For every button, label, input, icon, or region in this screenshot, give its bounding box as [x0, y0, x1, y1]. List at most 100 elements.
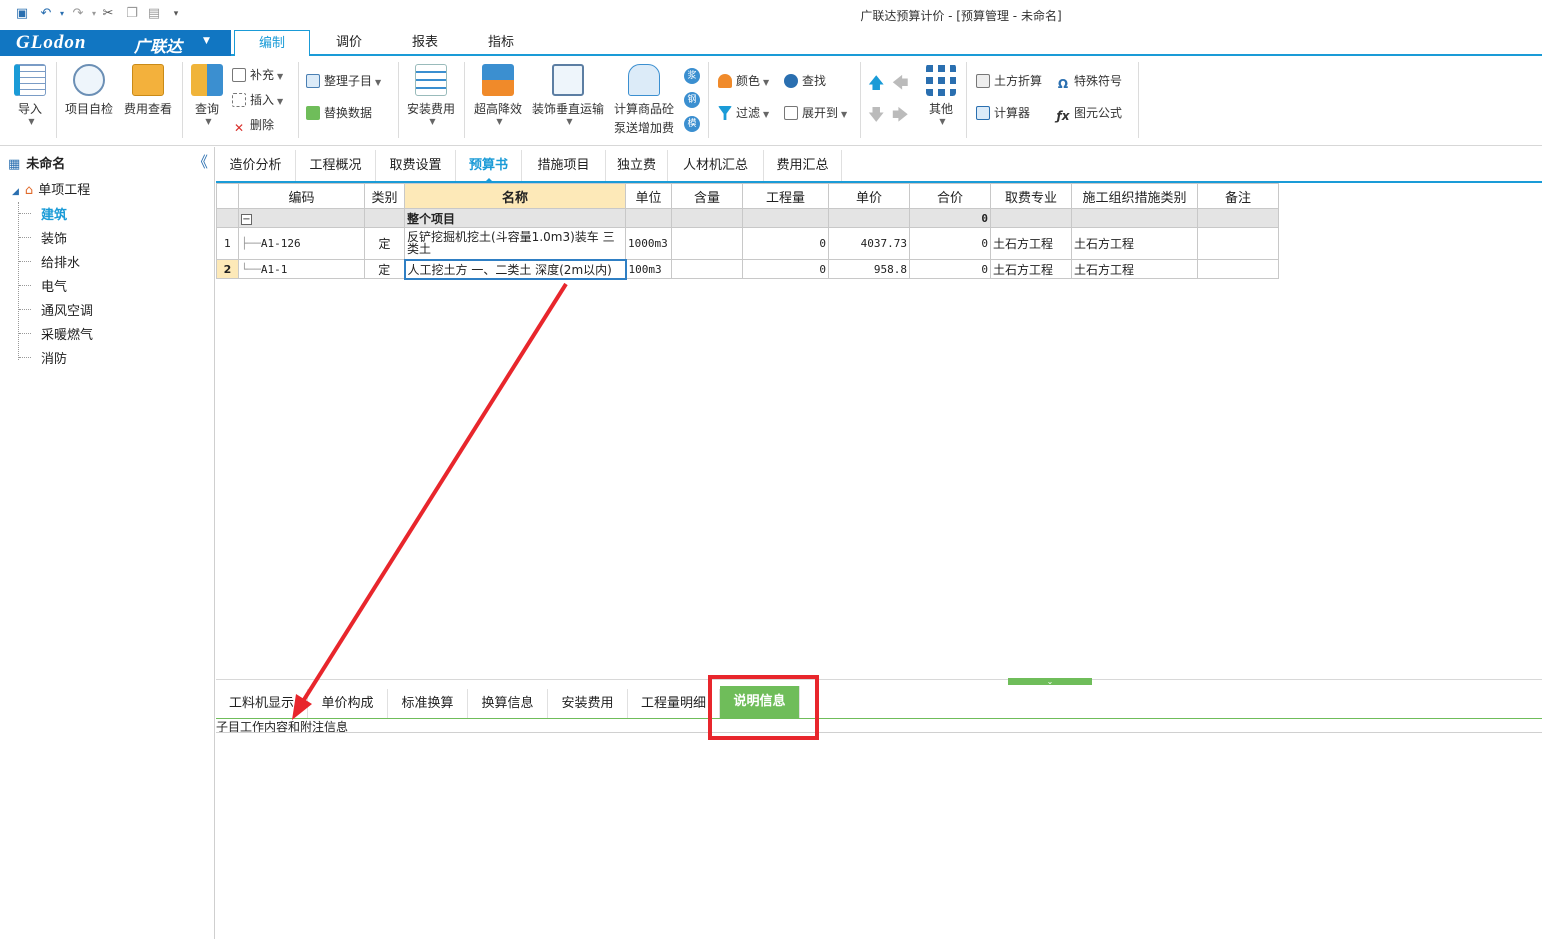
row-number[interactable]: 2	[216, 259, 239, 279]
quantity-cell[interactable]: 0	[742, 259, 829, 279]
move-down-icon[interactable]: 🡇	[868, 104, 884, 131]
install-fee-button[interactable]: 安装费用 ▼	[404, 64, 458, 126]
measure-type-cell[interactable]: 土石方工程	[1071, 259, 1198, 279]
height-reduction-button[interactable]: 超高降效 ▼	[470, 64, 526, 126]
insert-button[interactable]: 插入 ▼	[232, 91, 283, 109]
steel-circle-button[interactable]: 钢	[684, 92, 700, 108]
note-cell[interactable]	[1197, 259, 1279, 279]
unit-price-cell[interactable]: 958.8	[828, 259, 910, 279]
name-cell[interactable]: 人工挖土方 一、二类土 深度(2m以内)	[403, 258, 627, 280]
group-row[interactable]: − 整个项目 0	[216, 208, 1279, 228]
fee-view-button[interactable]: 费用查看	[120, 64, 176, 117]
col-header-code[interactable]: 编码	[238, 183, 365, 209]
type-cell[interactable]: 定	[364, 227, 405, 260]
splitter-handle[interactable]: ⌄	[1008, 678, 1092, 686]
organize-items-button[interactable]: 整理子目 ▼	[306, 72, 381, 90]
query-button[interactable]: 查询 ▼	[188, 64, 226, 126]
code-cell[interactable]: ├──A1-126	[238, 227, 365, 260]
col-header-type[interactable]: 类别	[364, 183, 405, 209]
chevron-down-icon: ▼	[496, 117, 503, 126]
tab-independent-fee[interactable]: 独立费	[606, 150, 668, 181]
supplement-button[interactable]: 补充 ▼	[232, 66, 283, 84]
import-button[interactable]: 导入 ▼	[10, 64, 50, 126]
col-header-name[interactable]: 名称	[404, 183, 626, 209]
collapse-toggle-icon[interactable]: −	[241, 214, 252, 225]
tree-node-project[interactable]: ◢ ⌂ 单项工程	[12, 179, 90, 198]
tab-conversion-info[interactable]: 换算信息	[468, 689, 548, 718]
expand-to-button[interactable]: 展开到 ▼	[784, 104, 847, 122]
tab-standard-conversion[interactable]: 标准换算	[388, 689, 468, 718]
panel-splitter[interactable]	[216, 679, 1542, 680]
project-self-check-button[interactable]: 项目自检	[62, 64, 116, 117]
name-cell[interactable]: 反铲挖掘机挖土(斗容量1.0m3)装车 三类土	[404, 227, 626, 260]
col-header-note[interactable]: 备注	[1197, 183, 1279, 209]
replace-data-button[interactable]: 替换数据	[306, 104, 372, 122]
tree-node-electrical[interactable]: 电气	[41, 276, 67, 295]
unit-cell[interactable]: 100m3	[625, 259, 672, 279]
row-number[interactable]: 1	[216, 227, 239, 260]
tree-node-plumbing[interactable]: 给排水	[41, 252, 80, 271]
move-right-icon[interactable]: 🡆	[892, 104, 909, 131]
vertical-transport-button[interactable]: 装饰垂直运输 ▼	[530, 64, 606, 126]
tree-node-hvac[interactable]: 通风空调	[41, 300, 93, 319]
app-logo-menu[interactable]: GLodon 广联达 ▼	[0, 30, 231, 56]
tab-labor-material-summary[interactable]: 人材机汇总	[668, 150, 764, 181]
tree-root[interactable]: ▦ 未命名	[8, 153, 65, 172]
tab-quantity-detail[interactable]: 工程量明细	[628, 689, 720, 718]
col-header-quantity[interactable]: 工程量	[742, 183, 829, 209]
delete-button[interactable]: ✕ 删除	[232, 116, 274, 135]
cell-toggle[interactable]: −	[238, 208, 365, 228]
fee-category-cell[interactable]: 土石方工程	[990, 227, 1072, 260]
tree-node-heating-gas[interactable]: 采暖燃气	[41, 324, 93, 343]
special-symbol-button[interactable]: Ω 特殊符号	[1056, 72, 1122, 91]
move-up-icon[interactable]: 🡅	[868, 72, 884, 99]
type-cell[interactable]: 定	[364, 259, 405, 279]
slurry-circle-button[interactable]: 浆	[684, 68, 700, 84]
tree-node-fire-protection[interactable]: 消防	[41, 348, 67, 367]
tab-measures[interactable]: 措施项目	[522, 150, 606, 181]
content-cell[interactable]	[671, 259, 743, 279]
tab-budget-book[interactable]: 预算书	[456, 150, 522, 183]
content-cell[interactable]	[671, 227, 743, 260]
tab-fee-summary[interactable]: 费用汇总	[764, 150, 842, 181]
calculator-button[interactable]: 计算器	[976, 104, 1030, 122]
col-header-unit-price[interactable]: 单价	[828, 183, 910, 209]
measure-type-cell[interactable]: 土石方工程	[1071, 227, 1198, 260]
code-cell[interactable]: └──A1-1	[238, 259, 365, 279]
tab-fee-settings[interactable]: 取费设置	[376, 150, 456, 181]
tree-node-architecture[interactable]: 建筑	[41, 204, 67, 223]
element-formula-button[interactable]: ƒx 图元公式	[1056, 104, 1123, 123]
col-header-unit[interactable]: 单位	[625, 183, 672, 209]
color-button[interactable]: 颜色 ▼	[718, 72, 769, 90]
note-cell[interactable]	[1197, 227, 1279, 260]
other-button[interactable]: 其他 ▼	[922, 64, 960, 126]
fee-category-cell[interactable]: 土石方工程	[990, 259, 1072, 279]
table-row[interactable]: 2 └──A1-1 定 人工挖土方 一、二类土 深度(2m以内) 100m3 0…	[216, 258, 1279, 280]
tab-labor-material-display[interactable]: 工料机显示	[216, 689, 308, 718]
menu-tab-edit[interactable]: 编制	[234, 30, 310, 58]
unit-cell[interactable]: 1000m3	[625, 227, 672, 260]
quantity-cell[interactable]: 0	[742, 227, 829, 260]
earthwork-conversion-button[interactable]: 土方折算	[976, 72, 1042, 90]
concrete-pump-fee-button[interactable]: 计算商品砼 泵送增加费	[610, 64, 678, 136]
collapse-panel-icon[interactable]: 《	[193, 151, 208, 172]
unit-price-cell[interactable]: 4037.73	[828, 227, 910, 260]
table-row[interactable]: 1 ├──A1-126 定 反铲挖掘机挖土(斗容量1.0m3)装车 三类土 10…	[216, 227, 1279, 260]
col-header-content[interactable]: 含量	[671, 183, 743, 209]
formwork-circle-button[interactable]: 模	[684, 116, 700, 132]
find-button[interactable]: 查找	[784, 72, 826, 90]
move-left-icon[interactable]: 🡄	[892, 72, 909, 99]
tab-cost-analysis[interactable]: 造价分析	[216, 150, 296, 181]
group-name-cell[interactable]: 整个项目	[404, 208, 626, 228]
tab-unit-price-composition[interactable]: 单价构成	[308, 689, 388, 718]
menu-tab-report[interactable]: 报表	[390, 30, 460, 56]
tab-project-overview[interactable]: 工程概况	[296, 150, 376, 181]
filter-button[interactable]: 过滤 ▼	[718, 104, 769, 122]
menu-tab-index[interactable]: 指标	[466, 30, 536, 56]
tree-node-decoration[interactable]: 装饰	[41, 228, 67, 247]
col-header-measure-type[interactable]: 施工组织措施类别	[1071, 183, 1198, 209]
tab-install-fee[interactable]: 安装费用	[548, 689, 628, 718]
col-header-total-price[interactable]: 合价	[909, 183, 991, 209]
menu-tab-adjust[interactable]: 调价	[314, 30, 384, 56]
col-header-fee-category[interactable]: 取费专业	[990, 183, 1072, 209]
